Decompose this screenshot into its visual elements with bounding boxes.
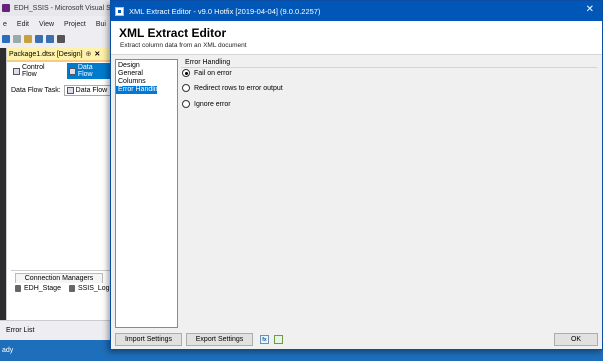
- connection-manager-label: SSIS_Log: [77, 285, 110, 292]
- status-text: ady: [2, 347, 14, 354]
- nav-item-design[interactable]: Design: [116, 62, 177, 70]
- page-navigation-list: Design General Columns Error Handling: [115, 59, 178, 328]
- tab-control-flow[interactable]: Control Flow: [11, 63, 63, 79]
- tab-data-flow[interactable]: Data Flow: [66, 63, 111, 79]
- vs-menu-bar: e Edit View Project Bui: [0, 16, 120, 32]
- data-flow-icon: [68, 67, 76, 75]
- radio-ignore-error[interactable]: Ignore error: [182, 100, 231, 108]
- dialog-heading: XML Extract Editor: [119, 26, 227, 40]
- radio-label: Fail on error: [194, 69, 232, 77]
- dialog-title-bar[interactable]: XML Extract Editor - v9.0 Hotfix [2019-0…: [111, 1, 602, 21]
- connection-managers-list: EDH_Stage SSIS_Log: [15, 285, 110, 292]
- group-title: Error Handling: [185, 59, 231, 66]
- nav-item-columns[interactable]: Columns: [116, 78, 177, 86]
- data-flow-task-row: Data Flow Task: Data Flow: [11, 84, 111, 96]
- data-flow-task-select[interactable]: Data Flow: [63, 84, 111, 96]
- connection-manager-item[interactable]: EDH_Stage: [15, 285, 61, 292]
- save-all-icon[interactable]: [46, 35, 54, 43]
- component-icon: [115, 6, 124, 16]
- radio-label: Ignore error: [194, 100, 231, 108]
- connection-icon: [68, 285, 75, 292]
- save-icon[interactable]: [35, 35, 43, 43]
- radio-label: Redirect rows to error output: [194, 84, 283, 92]
- radio-button[interactable]: [182, 100, 190, 108]
- menu-edit[interactable]: Edit: [17, 21, 29, 28]
- menu-project[interactable]: Project: [64, 21, 86, 28]
- error-handling-page: Error Handling Fail on error Redirect ro…: [181, 59, 597, 328]
- document-tab[interactable]: Package1.dtsx [Design] ⊕ ✕: [7, 48, 111, 62]
- error-list-tab[interactable]: Error List: [0, 320, 110, 340]
- connection-managers-tab[interactable]: Connection Managers: [15, 273, 103, 283]
- radio-button[interactable]: [182, 84, 190, 92]
- task-icon: [66, 86, 74, 94]
- document-tab-label: Package1.dtsx [Design]: [9, 50, 83, 58]
- data-flow-task-value: Data Flow: [75, 86, 108, 94]
- open-folder-icon[interactable]: [24, 35, 32, 43]
- control-flow-icon: [13, 67, 20, 75]
- close-icon[interactable]: ✕: [94, 50, 100, 58]
- radio-redirect-rows[interactable]: Redirect rows to error output: [182, 84, 283, 92]
- radio-button-checked[interactable]: [182, 69, 190, 77]
- dialog-header: XML Extract Editor Extract column data f…: [111, 21, 602, 55]
- vs-title-text: EDH_SSIS - Microsoft Visual Stu: [14, 4, 117, 12]
- dialog-subheading: Extract column data from an XML document: [120, 42, 247, 49]
- vs-title-bar: EDH_SSIS - Microsoft Visual Stu: [0, 0, 120, 16]
- dialog-title: XML Extract Editor - v9.0 Hotfix [2019-0…: [129, 6, 321, 16]
- export-settings-button[interactable]: Export Settings: [186, 333, 253, 346]
- dialog-footer: Import Settings Export Settings fx OK: [111, 330, 602, 350]
- connection-icon: [15, 285, 21, 292]
- forward-icon[interactable]: [13, 35, 21, 43]
- menu-view[interactable]: View: [39, 21, 54, 28]
- nav-item-error-handling[interactable]: Error Handling: [116, 86, 163, 94]
- xml-extract-editor-dialog: XML Extract Editor - v9.0 Hotfix [2019-0…: [110, 0, 603, 350]
- tab-control-flow-label: Control Flow: [21, 64, 45, 78]
- connection-manager-label: EDH_Stage: [24, 285, 61, 292]
- table-grid-icon[interactable]: [274, 335, 283, 344]
- data-flow-task-label: Data Flow Task:: [11, 86, 61, 94]
- close-icon[interactable]: ✕: [586, 4, 594, 15]
- nav-item-general[interactable]: General: [116, 70, 177, 78]
- import-settings-button[interactable]: Import Settings: [115, 333, 182, 346]
- connection-manager-item[interactable]: SSIS_Log: [68, 285, 110, 292]
- radio-fail-on-error[interactable]: Fail on error: [182, 69, 232, 77]
- back-icon[interactable]: [2, 35, 10, 43]
- expression-icon[interactable]: fx: [260, 335, 269, 344]
- package-designer: Package1.dtsx [Design] ⊕ ✕ Control Flow …: [6, 48, 111, 330]
- group-divider: [181, 67, 597, 68]
- menu-file-partial[interactable]: e: [3, 21, 7, 28]
- ok-button[interactable]: OK: [554, 333, 598, 346]
- tab-data-flow-label: Data Flow: [77, 64, 93, 78]
- pin-icon[interactable]: ⊕: [86, 50, 92, 58]
- vs-toolbar: [0, 32, 120, 46]
- designer-tabs: Control Flow Data Flow: [7, 63, 111, 79]
- connection-managers-panel: Connection Managers EDH_Stage SSIS_Log: [11, 270, 111, 318]
- undo-icon[interactable]: [57, 35, 65, 43]
- visual-studio-logo-icon: [2, 4, 10, 12]
- menu-build-partial[interactable]: Bui: [96, 21, 106, 28]
